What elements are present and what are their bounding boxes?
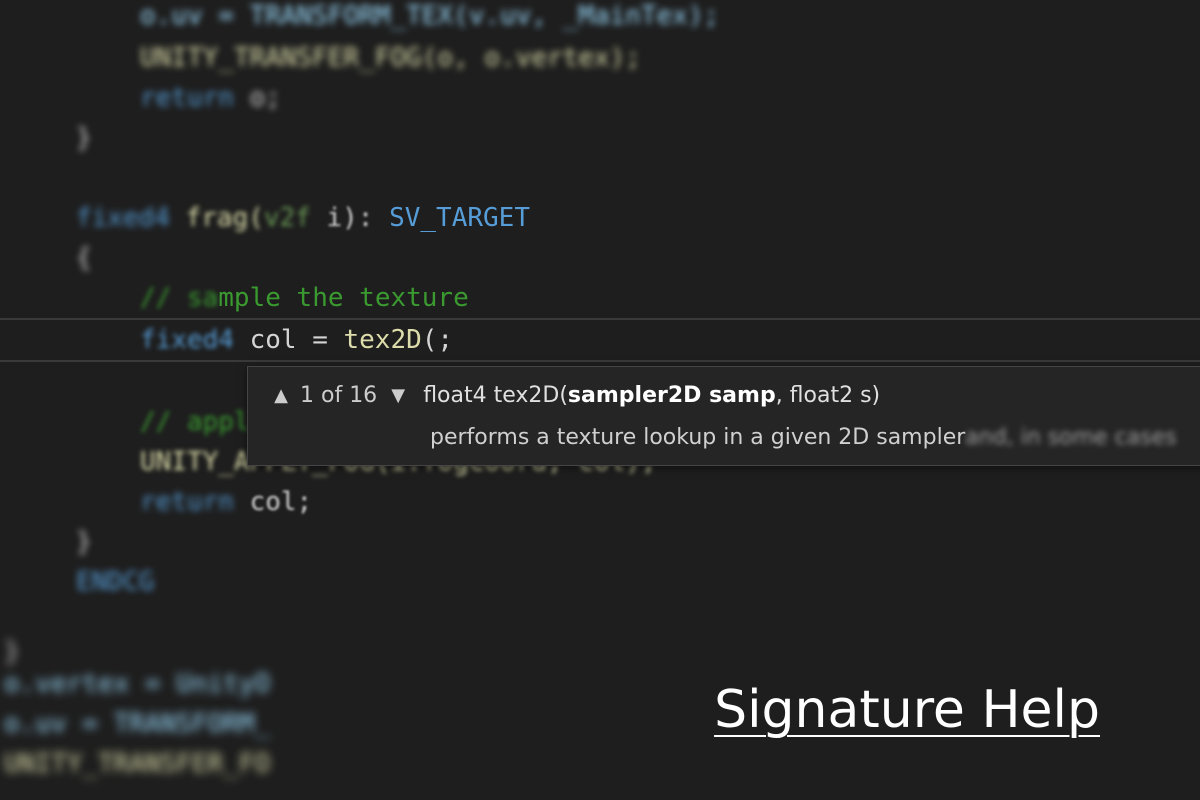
signature-documentation: performs a texture lookup in a given 2D …	[430, 417, 1177, 457]
code-line: UNITY_TRANSFER_FO	[4, 744, 270, 784]
code-text: }	[76, 527, 92, 557]
code-line: UNITY_TRANSFER_FOG(o, o.vertex);	[140, 38, 641, 78]
code-semantic: SV_TARGET	[389, 203, 530, 233]
code-text: o.uv = TRANSFORM_	[4, 709, 271, 739]
code-function: frag(	[169, 203, 264, 233]
signature-suffix: , float2 s)	[775, 382, 881, 408]
triangle-up-icon[interactable]: ▲	[270, 385, 292, 406]
triangle-down-icon[interactable]: ▼	[387, 385, 409, 406]
code-function: tex2D	[343, 325, 422, 355]
code-line: {	[76, 238, 92, 278]
code-keyword: ENDCG	[76, 567, 155, 597]
code-line: fixed4 frag(v2f i): SV_TARGET	[76, 198, 530, 238]
doc-text: performs a texture lookup in a given 2D …	[430, 424, 966, 450]
signature-label: float4 tex2D(sampler2D samp, float2 s)	[423, 383, 880, 408]
code-text: o.vertex = UnityO	[4, 669, 271, 699]
code-text: {	[76, 243, 92, 273]
code-text: col =	[233, 325, 344, 355]
code-line: // sample the texture	[140, 278, 469, 318]
code-text: }	[76, 123, 92, 153]
code-comment: // sa	[140, 283, 219, 313]
code-keyword: fixed4	[76, 203, 170, 233]
code-line: ENDCG	[76, 562, 154, 602]
code-line: return col;	[140, 482, 312, 522]
code-comment: mple the texture	[218, 283, 469, 313]
code-type: fixed4	[140, 325, 234, 355]
overload-counter: 1 of 16	[300, 382, 378, 408]
code-keyword: return	[140, 83, 234, 113]
active-parameter: sampler2D samp	[567, 382, 776, 408]
code-text: }	[4, 637, 20, 667]
code-line: return o;	[140, 78, 281, 118]
code-line: o.uv = TRANSFORM_TEX(v.uv, _MainTex);	[140, 0, 719, 36]
code-text: UNITY_TRANSFER_FO	[4, 749, 271, 779]
signature-prefix: float4 tex2D(	[423, 382, 568, 408]
code-line-current[interactable]: fixed4 col = tex2D(;	[140, 320, 453, 360]
code-line: o.uv = TRANSFORM_	[4, 704, 270, 744]
code-text: o;	[233, 83, 281, 113]
code-keyword: return	[140, 487, 234, 517]
doc-text-faded: and, in some cases	[965, 424, 1177, 450]
signature-row: ▲ 1 of 16 ▼ float4 tex2D(sampler2D samp,…	[270, 375, 880, 415]
code-text: o.uv = TRANSFORM_TEX(v.uv, _MainTex);	[140, 1, 720, 31]
code-line: }	[76, 522, 92, 562]
code-text: i):	[310, 203, 390, 233]
code-text: col;	[233, 487, 313, 517]
signature-help-popup[interactable]: ▲ 1 of 16 ▼ float4 tex2D(sampler2D samp,…	[247, 366, 1200, 466]
code-line: }	[76, 118, 92, 158]
feature-caption: Signature Help	[714, 680, 1100, 740]
code-text: (;	[421, 325, 454, 355]
code-text: UNITY_TRANSFER_FOG(o, o.vertex);	[140, 43, 641, 73]
code-type: v2f	[263, 203, 311, 233]
code-line: o.vertex = UnityO	[4, 664, 270, 704]
